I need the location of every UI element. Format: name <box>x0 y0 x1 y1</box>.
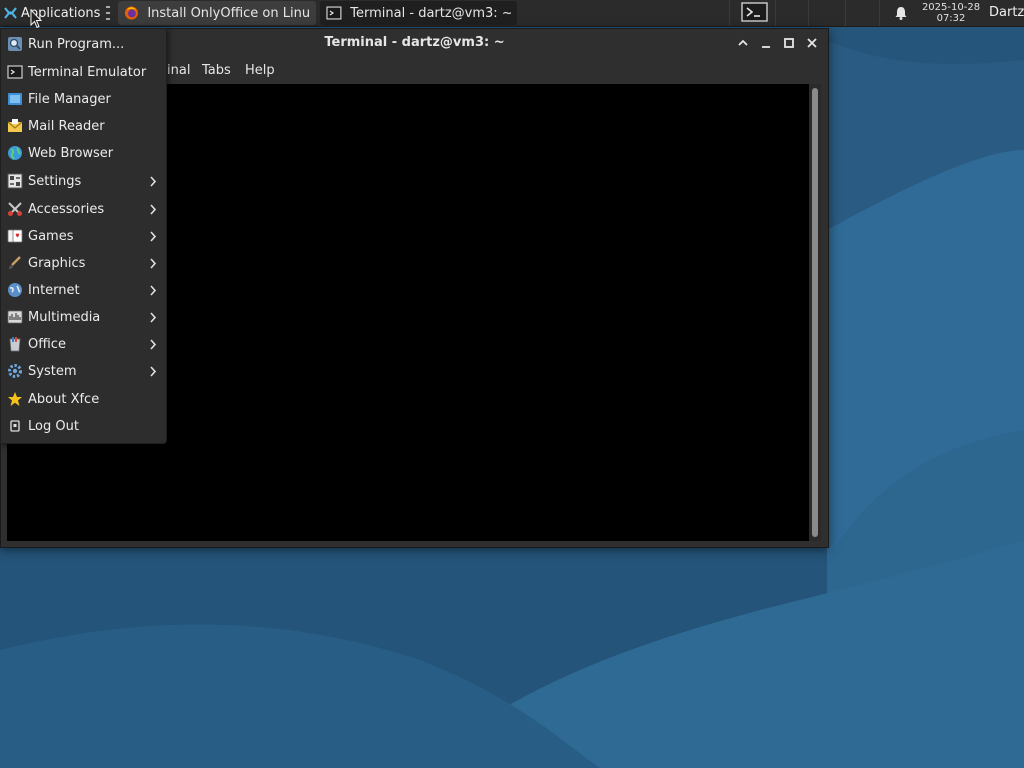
multimedia-icon <box>7 310 23 324</box>
menu-item-settings[interactable]: Settings <box>1 168 166 195</box>
graphics-icon <box>9 256 21 269</box>
terminal-icon <box>7 65 23 79</box>
menu-item-label: Web Browser <box>28 146 114 161</box>
close-icon[interactable] <box>805 36 819 50</box>
logout-icon <box>10 420 20 432</box>
terminal-icon <box>326 6 342 20</box>
panel-divider <box>845 0 846 26</box>
menu-item-label: Internet <box>28 283 80 298</box>
mouse-cursor-icon <box>30 9 42 29</box>
terminal-launcher-icon[interactable] <box>741 2 768 22</box>
chevron-right-icon <box>150 204 157 215</box>
menu-item-accessories[interactable]: Accessories <box>1 196 166 223</box>
xfce-logo-icon <box>4 6 17 19</box>
menu-item-label: Graphics <box>28 256 86 271</box>
star-icon <box>8 392 22 406</box>
menu-item-label: Terminal Emulator <box>28 65 147 80</box>
user-menu[interactable]: Dartz <box>989 5 1024 20</box>
panel-divider <box>775 0 776 26</box>
maximize-icon[interactable] <box>782 36 796 50</box>
mail-icon <box>7 119 23 132</box>
panel-handle[interactable] <box>106 6 112 20</box>
menu-terminal[interactable]: inal <box>167 63 190 78</box>
panel-divider <box>879 0 880 26</box>
menu-item-multimedia[interactable]: Multimedia <box>1 304 166 331</box>
menu-item-label: Games <box>28 229 74 244</box>
chevron-right-icon <box>150 339 157 350</box>
shade-icon[interactable] <box>736 36 750 50</box>
menu-item-internet[interactable]: Internet <box>1 277 166 304</box>
taskbar-item-label: Terminal - dartz@vm3: ~ <box>350 5 512 21</box>
search-icon <box>8 37 22 51</box>
taskbar-item-label: Install OnlyOffice on Linu... <box>147 5 311 21</box>
menu-item-mail-reader[interactable]: Mail Reader <box>1 113 166 140</box>
menu-item-office[interactable]: Office <box>1 331 166 358</box>
menu-item-label: Accessories <box>28 202 105 217</box>
internet-icon <box>8 283 22 297</box>
taskbar-item-terminal[interactable]: Terminal - dartz@vm3: ~ <box>320 1 518 25</box>
menu-item-label: System <box>28 364 77 379</box>
chevron-right-icon <box>150 312 157 323</box>
menu-help[interactable]: Help <box>245 63 275 78</box>
menu-item-label: Run Program... <box>28 37 125 52</box>
chevron-right-icon <box>150 366 157 377</box>
system-icon <box>8 364 22 378</box>
settings-icon <box>7 173 23 189</box>
notification-bell-icon[interactable] <box>893 5 909 21</box>
menu-item-terminal-emulator[interactable]: Terminal Emulator <box>1 59 166 86</box>
minimize-icon[interactable] <box>759 36 773 50</box>
panel-divider <box>808 0 809 26</box>
chevron-right-icon <box>150 285 157 296</box>
menu-item-label: Log Out <box>28 419 79 434</box>
menu-item-run-program[interactable]: Run Program... <box>1 31 166 58</box>
menu-item-games[interactable]: Games <box>1 223 166 250</box>
chevron-right-icon <box>150 231 157 242</box>
panel-clock[interactable]: 2025-10-28 07:32 <box>920 2 982 24</box>
top-panel: Applications Install OnlyOffice on Linu.… <box>0 0 1024 27</box>
menu-item-label: Settings <box>28 174 82 189</box>
menu-item-label: Office <box>28 337 66 352</box>
chevron-right-icon <box>150 176 157 187</box>
menu-item-about-xfce[interactable]: About Xfce <box>1 386 166 413</box>
menu-item-graphics[interactable]: Graphics <box>1 250 166 277</box>
menu-item-system[interactable]: System <box>1 358 166 385</box>
accessories-icon <box>8 202 22 216</box>
chevron-right-icon <box>150 258 157 269</box>
terminal-scrollbar[interactable] <box>809 84 821 541</box>
firefox-icon <box>125 6 139 20</box>
clock-time: 07:32 <box>936 13 966 24</box>
menu-tabs[interactable]: Tabs <box>202 63 231 78</box>
applications-menu: Run Program... Terminal Emulator File Ma… <box>0 28 167 444</box>
menu-item-label: File Manager <box>28 92 111 107</box>
menu-item-label: Multimedia <box>28 310 101 325</box>
applications-menu-button[interactable]: Applications <box>0 0 104 26</box>
games-icon <box>7 229 23 243</box>
taskbar-item-firefox[interactable]: Install OnlyOffice on Linu... <box>118 1 317 25</box>
file-manager-icon <box>8 93 22 105</box>
menu-item-file-manager[interactable]: File Manager <box>1 86 166 113</box>
clock-date: 2025-10-28 <box>921 2 981 13</box>
panel-divider <box>729 0 730 26</box>
office-icon <box>9 337 21 352</box>
menu-item-web-browser[interactable]: Web Browser <box>1 140 166 167</box>
menu-item-log-out[interactable]: Log Out <box>1 413 166 440</box>
menu-item-label: About Xfce <box>28 392 100 407</box>
scrollbar-thumb[interactable] <box>812 88 818 537</box>
menu-item-label: Mail Reader <box>28 119 105 134</box>
globe-icon <box>8 146 22 160</box>
